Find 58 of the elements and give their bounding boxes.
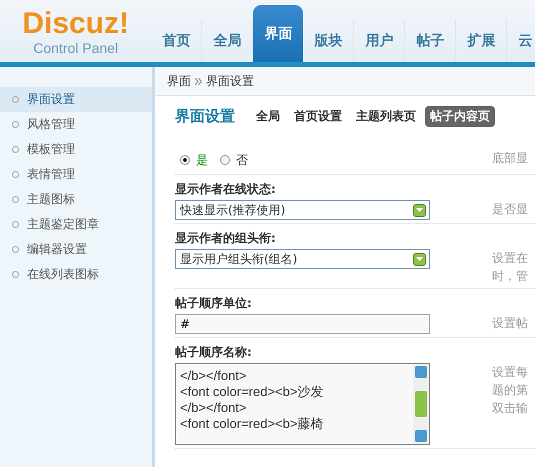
radio-label: 是: [196, 152, 208, 168]
sub-tab[interactable]: 全局: [251, 106, 285, 126]
breadcrumb-item: 界面设置: [206, 72, 254, 90]
circle-bullet-icon: [12, 96, 19, 103]
nav-tab[interactable]: 用户: [354, 20, 406, 62]
text-area[interactable]: </b></font> <font color=red><b>沙发 </b></font> <font color=red><b>藤椅: [175, 363, 430, 445]
text-line: </b></font>: [180, 368, 248, 384]
logo-title: Discuz!: [22, 8, 129, 40]
circle-bullet-icon: [12, 271, 19, 278]
text-line: <font color=red><b>藤椅: [180, 416, 324, 432]
page-title: 界面设置: [175, 106, 235, 126]
radio-button[interactable]: [220, 155, 230, 165]
sub-tab[interactable]: 帖子内容页: [425, 106, 495, 126]
sidebar-item[interactable]: 模板管理: [0, 137, 152, 162]
setting-label: 显示作者在线状态:: [175, 180, 277, 198]
sidebar-item[interactable]: 表情管理: [0, 162, 152, 187]
circle-bullet-icon: [12, 171, 19, 178]
radio-label: 否: [236, 152, 248, 168]
setting-hint: 双击输: [492, 400, 528, 417]
nav-tab[interactable]: 扩展: [456, 20, 508, 62]
setting-label: 显示作者的组头衔:: [175, 230, 277, 246]
nav-tab[interactable]: 首页: [151, 20, 202, 62]
input-field[interactable]: #: [175, 314, 430, 334]
nav-tab[interactable]: 界面: [253, 5, 304, 62]
setting-hint: 是否显: [492, 201, 528, 218]
setting-label: 帖子顺序单位:: [175, 294, 253, 312]
dropdown-select[interactable]: 快速显示(推荐使用): [175, 200, 430, 220]
setting-hint: 时，管: [492, 268, 528, 285]
radio-button[interactable]: [180, 155, 190, 165]
text-line: <font color=red><b>沙发: [180, 384, 324, 400]
setting-hint: 题的第: [492, 382, 528, 399]
sidebar-item[interactable]: 界面设置: [0, 87, 152, 112]
sidebar-item[interactable]: 主题鉴定图章: [0, 212, 152, 237]
circle-bullet-icon: [12, 196, 19, 203]
logo-subtitle: Control Panel: [33, 40, 118, 56]
setting-hint: 设置帖: [492, 315, 528, 332]
setting-hint: 设置在: [492, 250, 528, 267]
setting-hint: 底部显: [492, 150, 528, 167]
breadcrumb-separator-icon: [195, 78, 202, 84]
sub-tab[interactable]: 主题列表页: [351, 106, 421, 126]
sidebar-item[interactable]: 主题图标: [0, 187, 152, 212]
sidebar-item[interactable]: 风格管理: [0, 112, 152, 137]
text-line: </b></font>: [180, 400, 248, 416]
scrollbar-drawing[interactable]: [413, 364, 429, 444]
sidebar-item[interactable]: 在线列表图标: [0, 262, 152, 287]
nav-tab[interactable]: 版块: [303, 20, 354, 62]
circle-bullet-icon: [12, 221, 19, 228]
circle-bullet-icon: [12, 146, 19, 153]
nav-tab[interactable]: 云: [507, 20, 535, 62]
dropdown-select[interactable]: 显示用户组头衔(组名): [175, 249, 430, 269]
sub-tab[interactable]: 首页设置: [289, 106, 347, 126]
nav-tab[interactable]: 帖子: [405, 20, 456, 62]
sidebar-item[interactable]: 编辑器设置: [0, 237, 152, 262]
setting-label: 帖子顺序名称:: [175, 344, 253, 360]
breadcrumb-item[interactable]: 界面: [167, 72, 191, 90]
circle-bullet-icon: [12, 121, 19, 128]
circle-bullet-icon: [12, 246, 19, 253]
setting-hint: 设置每: [492, 364, 528, 381]
